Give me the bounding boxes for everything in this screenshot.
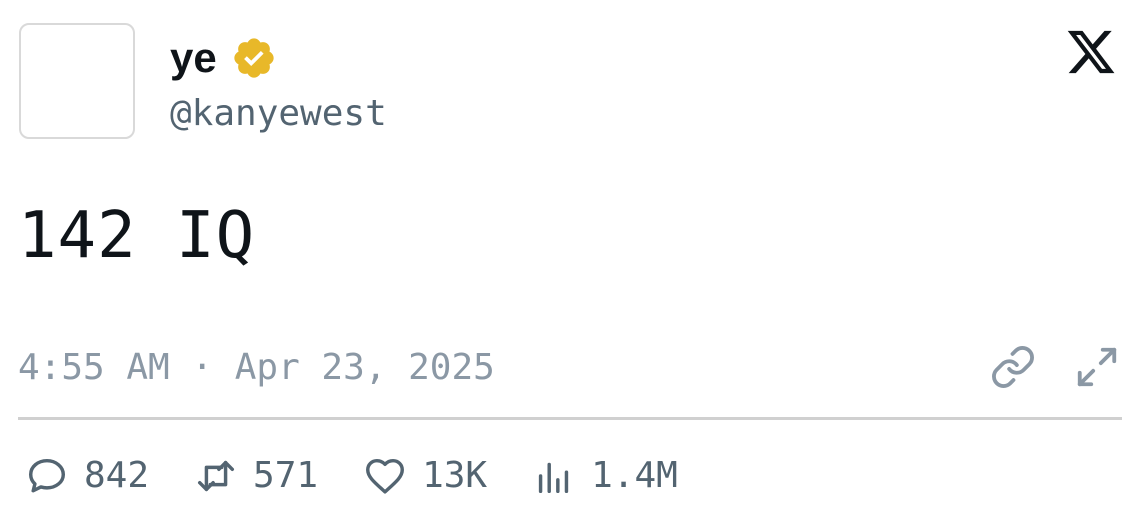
author-name-row: ye — [170, 32, 277, 84]
avatar[interactable] — [19, 23, 135, 139]
like-stat[interactable]: 13K — [362, 453, 487, 499]
display-name[interactable]: ye — [170, 32, 217, 84]
views-icon — [531, 453, 577, 499]
like-count: 13K — [422, 455, 488, 496]
heart-icon — [362, 453, 408, 499]
link-icon[interactable] — [990, 344, 1036, 390]
x-logo-icon[interactable] — [1064, 26, 1118, 78]
engagement-stats: 842 571 13K 1.4M — [24, 450, 678, 502]
tweet-text: 142 IQ — [18, 199, 256, 273]
author-handle[interactable]: @kanyewest — [170, 92, 387, 136]
reply-icon — [24, 453, 70, 499]
verified-badge-icon[interactable] — [231, 35, 277, 81]
expand-icon[interactable] — [1074, 344, 1120, 390]
retweet-icon — [193, 453, 239, 499]
reply-count: 842 — [84, 455, 150, 496]
divider — [18, 417, 1122, 420]
views-count: 1.4M — [591, 455, 678, 496]
reply-stat[interactable]: 842 — [24, 453, 149, 499]
retweet-stat[interactable]: 571 — [193, 453, 318, 499]
views-stat[interactable]: 1.4M — [531, 453, 678, 499]
retweet-count: 571 — [253, 455, 319, 496]
tweet-timestamp[interactable]: 4:55 AM · Apr 23, 2025 — [18, 345, 495, 391]
